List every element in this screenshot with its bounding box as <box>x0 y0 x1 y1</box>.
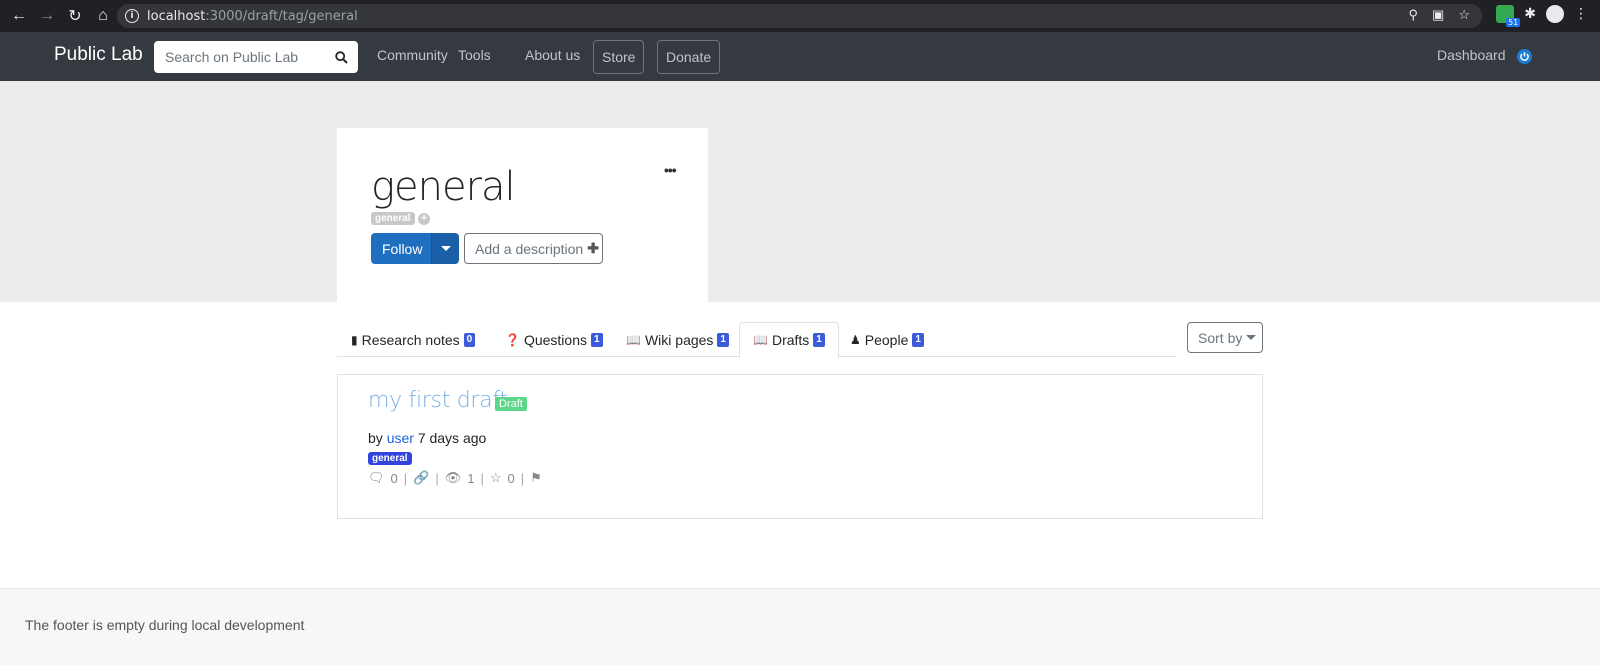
bookmark-star-icon[interactable]: ☆ <box>1458 7 1470 23</box>
add-description-button[interactable]: Add a description ✚ <box>464 233 603 264</box>
comment-icon[interactable]: 🗨 <box>368 470 385 486</box>
extension-icon[interactable]: 51 <box>1496 5 1521 27</box>
star-count: 0 <box>507 470 515 486</box>
url-text[interactable]: localhost:3000/draft/tag/general <box>147 9 358 24</box>
question-icon: ❓ <box>505 332 520 347</box>
more-options-icon[interactable]: ••• <box>664 162 677 178</box>
count-badge: 0 <box>463 332 476 347</box>
tab-wiki-pages[interactable]: 📖 Wiki pages 1 <box>626 322 729 357</box>
puzzle-icon[interactable]: ✱ <box>1524 6 1536 22</box>
tab-research-notes[interactable]: ▮ Research notes 0 <box>351 322 476 357</box>
draft-status-badge: Draft <box>495 397 527 411</box>
count-badge: 1 <box>813 333 825 347</box>
search-button[interactable] <box>324 41 358 73</box>
site-navbar: Public Lab Community Tools About us Stor… <box>0 32 1600 81</box>
follow-dropdown-toggle[interactable] <box>431 233 459 264</box>
star-icon[interactable]: ☆ <box>490 470 502 486</box>
brand-logo[interactable]: Public Lab <box>54 44 143 66</box>
draft-card: my first draft Draft by user 7 days ago … <box>337 374 1263 519</box>
book-icon: 📖 <box>753 333 768 347</box>
follow-button[interactable]: Follow <box>371 233 431 264</box>
search-icon <box>334 50 348 64</box>
tag-card: ••• general general + Follow Add a descr… <box>337 128 708 302</box>
reload-icon[interactable]: ↻ <box>62 3 88 29</box>
extensions-area: 51 ✱ ⋮ <box>1496 5 1588 27</box>
chevron-down-icon <box>440 246 451 251</box>
follow-button-group: Follow <box>371 233 459 264</box>
timestamp: 7 days ago <box>417 430 487 446</box>
link-icon[interactable]: 🔗 <box>413 470 429 486</box>
tag-pill[interactable]: general <box>368 452 412 465</box>
nav-about-us[interactable]: About us <box>525 47 580 63</box>
draft-title-link[interactable]: my first draft <box>368 388 508 413</box>
tab-questions[interactable]: ❓ Questions 1 <box>505 322 603 357</box>
search-box <box>154 41 358 73</box>
comment-count: 0 <box>390 470 398 486</box>
browser-toolbar: ← → ↻ ⌂ i localhost:3000/draft/tag/gener… <box>0 0 1600 32</box>
book-icon: 📖 <box>626 332 641 347</box>
tab-drafts[interactable]: 📖 Drafts 1 <box>739 322 839 358</box>
dashboard-link[interactable]: Dashboard <box>1437 47 1506 63</box>
address-bar[interactable]: i localhost:3000/draft/tag/general ⚲ ▣ ☆ <box>117 4 1482 28</box>
draft-meta: 🗨 0 | 🔗 | 👁 1 | ☆ 0 | ⚑ <box>368 470 542 486</box>
store-button[interactable]: Store <box>593 40 645 74</box>
page-footer: The footer is empty during local develop… <box>0 588 1600 665</box>
site-info-icon[interactable]: i <box>125 9 139 23</box>
count-badge: 1 <box>912 332 924 347</box>
donate-button[interactable]: Donate <box>657 40 721 74</box>
search-input[interactable] <box>154 41 324 73</box>
count-badge: 1 <box>591 332 603 347</box>
home-icon[interactable]: ⌂ <box>90 3 116 29</box>
power-icon[interactable] <box>1517 49 1532 64</box>
content-tabs: ▮ Research notes 0 ❓ Questions 1 📖 Wiki pages… <box>337 322 1176 358</box>
sort-by-dropdown[interactable]: Sort by <box>1187 322 1263 353</box>
footer-text: The footer is empty during local develop… <box>25 617 305 633</box>
back-icon[interactable]: ← <box>6 3 32 29</box>
add-tag-icon[interactable]: + <box>418 213 430 225</box>
menu-kebab-icon[interactable]: ⋮ <box>1574 6 1588 22</box>
profile-avatar[interactable] <box>1546 5 1564 23</box>
plus-icon: ✚ <box>587 240 599 256</box>
file-icon: ▮ <box>351 332 358 347</box>
tab-people[interactable]: ♟ People 1 <box>850 322 924 357</box>
chevron-down-icon <box>1246 335 1257 340</box>
nav-tools[interactable]: Tools <box>458 47 491 63</box>
byline: by user 7 days ago <box>368 430 487 446</box>
key-icon[interactable]: ⚲ <box>1409 7 1419 23</box>
page-title: general <box>371 164 516 210</box>
author-link[interactable]: user <box>387 430 414 446</box>
forward-icon[interactable]: → <box>34 3 60 29</box>
view-count: 1 <box>467 470 475 486</box>
user-icon: ♟ <box>850 332 861 347</box>
tag-header-background <box>0 81 1600 302</box>
tag-chip[interactable]: general <box>371 212 415 225</box>
eye-icon: 👁 <box>444 470 462 485</box>
count-badge: 1 <box>717 332 729 347</box>
translate-icon[interactable]: ▣ <box>1432 7 1444 23</box>
nav-community[interactable]: Community <box>377 47 448 63</box>
flag-icon[interactable]: ⚑ <box>530 470 542 486</box>
